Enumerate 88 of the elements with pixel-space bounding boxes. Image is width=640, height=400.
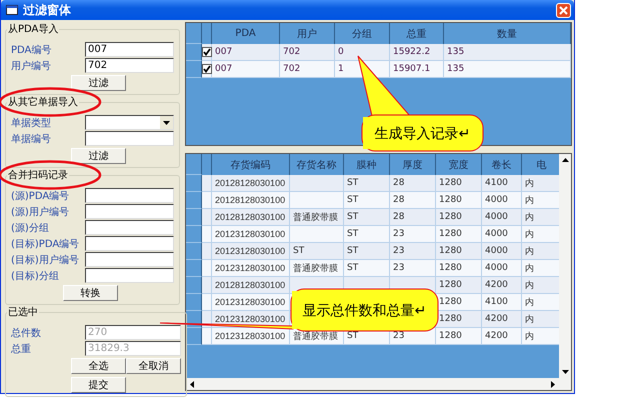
table-cell: 4200 bbox=[482, 311, 522, 328]
table-cell: 20123128030100 bbox=[212, 260, 290, 277]
table-cell: 内 bbox=[522, 328, 559, 345]
field-label: (源)PDA编号 bbox=[11, 190, 70, 202]
table-cell: 20128128030100 bbox=[212, 209, 290, 226]
table-cell: 15922.2 bbox=[390, 44, 444, 61]
table-cell: 20123128030100 bbox=[212, 294, 290, 311]
table-cell: 23 bbox=[390, 243, 436, 260]
table-cell: 28 bbox=[390, 192, 436, 209]
table-cell: 20128128030100 bbox=[212, 175, 290, 192]
field-label: (源)用户编号 bbox=[11, 206, 70, 218]
table-cell: 135 bbox=[444, 61, 571, 78]
table-cell: ST bbox=[344, 243, 390, 260]
table-cell: 1280 bbox=[436, 311, 482, 328]
table-cell: 0 bbox=[335, 44, 390, 61]
deselect-all-button[interactable]: 全取消 bbox=[126, 358, 181, 374]
field-label: 单据编号 bbox=[11, 132, 52, 146]
table-cell: 1280 bbox=[436, 226, 482, 243]
field-label: 用户编号 bbox=[11, 60, 52, 72]
text-field[interactable]: 007 bbox=[85, 42, 174, 57]
group-title: 已选中 bbox=[7, 306, 39, 319]
table-cell: 内 bbox=[522, 175, 559, 192]
table-cell: 20123128030100 bbox=[212, 226, 290, 243]
field-label: PDA编号 bbox=[11, 44, 52, 56]
window-title: 过滤窗体 bbox=[23, 2, 72, 18]
action-button[interactable]: 过滤 bbox=[71, 148, 126, 164]
table-cell: 4100 bbox=[482, 175, 522, 192]
table-cell: 内 bbox=[522, 209, 559, 226]
table-cell: 23 bbox=[390, 226, 436, 243]
table-cell: 20128128030100 bbox=[212, 277, 290, 294]
table-cell: 1280 bbox=[436, 328, 482, 345]
table-cell: 15907.1 bbox=[390, 61, 444, 78]
table-cell: 内 bbox=[522, 192, 559, 209]
table-cell: 4000 bbox=[482, 260, 522, 277]
table-cell: 4200 bbox=[482, 277, 522, 294]
group-title: 合并扫码记录 bbox=[8, 170, 68, 181]
table-cell: 内 bbox=[522, 260, 559, 277]
table-cell: 1280 bbox=[436, 260, 482, 277]
table-cell: 内 bbox=[522, 226, 559, 243]
table-cell: ST bbox=[344, 209, 390, 226]
text-field[interactable]: 702 bbox=[85, 58, 174, 73]
table-cell: 1280 bbox=[436, 175, 482, 192]
table-cell: ST bbox=[344, 175, 390, 192]
field-label: 总重 bbox=[11, 342, 32, 356]
table-cell: 007 bbox=[212, 44, 280, 61]
table-cell: 702 bbox=[280, 44, 335, 61]
field-label: (目标)PDA编号 bbox=[11, 238, 80, 250]
table-cell: ST bbox=[344, 260, 390, 277]
table-cell: ST bbox=[290, 243, 344, 260]
table-cell: 内 bbox=[522, 311, 559, 328]
table-cell: 20123128030100 bbox=[212, 243, 290, 260]
table-cell: 普通胶带膜 bbox=[290, 209, 344, 226]
table-cell: 20123128030100 bbox=[212, 328, 290, 345]
field-label: (源)分组 bbox=[11, 222, 50, 234]
action-button[interactable]: 过滤 bbox=[71, 75, 126, 91]
table-cell: 1280 bbox=[436, 192, 482, 209]
table-cell: 1280 bbox=[436, 294, 482, 311]
table-cell: 4000 bbox=[482, 243, 522, 260]
table-cell: 135 bbox=[444, 44, 571, 61]
table-cell: 20128128030100 bbox=[212, 192, 290, 209]
field-label: 单据类型 bbox=[11, 116, 52, 130]
group-title: 从其它单据导入 bbox=[8, 97, 78, 108]
table-cell: 1280 bbox=[436, 277, 482, 294]
table-cell: 702 bbox=[280, 61, 335, 78]
table-cell: ST bbox=[344, 226, 390, 243]
table-cell: 4200 bbox=[482, 328, 522, 345]
action-button[interactable]: 转换 bbox=[63, 285, 118, 301]
select-all-button[interactable]: 全选 bbox=[71, 358, 126, 374]
table-cell: 内 bbox=[522, 277, 559, 294]
table-cell: 4000 bbox=[482, 192, 522, 209]
table-cell: ST bbox=[344, 192, 390, 209]
table-cell: 4000 bbox=[482, 226, 522, 243]
table-cell: 4100 bbox=[482, 294, 522, 311]
table-cell: 28 bbox=[390, 175, 436, 192]
table-cell: 007 bbox=[212, 61, 280, 78]
table-cell: 28 bbox=[390, 209, 436, 226]
table-cell: 23 bbox=[390, 260, 436, 277]
field-label: 总件数 bbox=[11, 326, 42, 340]
table-cell: 内 bbox=[522, 243, 559, 260]
table-cell: 4000 bbox=[482, 209, 522, 226]
table-cell: 内 bbox=[522, 294, 559, 311]
table-cell: 1280 bbox=[436, 209, 482, 226]
field-label: (目标)用户编号 bbox=[11, 254, 80, 266]
group-title: 从PDA导入 bbox=[8, 24, 58, 35]
table-cell: 1280 bbox=[436, 243, 482, 260]
table-cell: 普通胶带膜 bbox=[290, 260, 344, 277]
submit-button[interactable]: 提交 bbox=[71, 377, 126, 393]
field-label: (目标)分组 bbox=[11, 270, 60, 282]
